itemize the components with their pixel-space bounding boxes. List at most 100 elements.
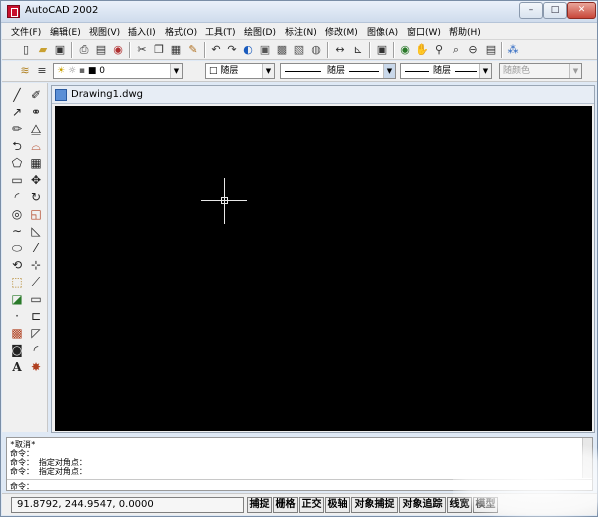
ellipse-arc-icon[interactable]: ⟲	[9, 257, 25, 273]
line-icon[interactable]: ╱	[9, 87, 25, 103]
region-icon[interactable]: ◙	[9, 342, 25, 358]
rotate-icon[interactable]: ↻	[28, 189, 44, 205]
zoom-previous-icon[interactable]: ⊖	[466, 43, 480, 57]
ortho-toggle[interactable]: 正交	[299, 497, 324, 513]
extend-icon[interactable]: ⟋	[28, 274, 44, 290]
color-dropdown[interactable]: □ 随层 ▼	[205, 63, 275, 79]
menu-tools[interactable]: 工具(T)	[205, 25, 236, 38]
save-icon[interactable]: ▣	[53, 43, 67, 57]
linetype-dropdown[interactable]: 随层 ▼	[280, 63, 396, 79]
circle-icon[interactable]: ◜	[9, 189, 25, 205]
drawing-canvas[interactable]	[55, 106, 592, 431]
break-at-point-icon[interactable]: ⊏	[28, 308, 44, 324]
close-button[interactable]: ✕	[567, 2, 596, 19]
stretch-icon[interactable]: ◺	[28, 223, 44, 239]
ucs-icon[interactable]: ⊾	[351, 43, 365, 57]
chevron-down-icon: ▼	[569, 64, 581, 78]
point-icon[interactable]: ·	[9, 308, 25, 324]
aerial-view-icon[interactable]: ▤	[484, 43, 498, 57]
new-icon[interactable]: ▯	[19, 43, 33, 57]
arc-icon[interactable]: ▭	[9, 172, 25, 188]
dbconnect-icon[interactable]: ◍	[309, 43, 323, 57]
chevron-down-icon[interactable]: ▼	[383, 64, 395, 78]
lineweight-dropdown[interactable]: 随层 ▼	[400, 63, 492, 79]
open-icon[interactable]: ▰	[36, 43, 50, 57]
make-block-icon[interactable]: ◪	[9, 291, 25, 307]
3dorbit-icon[interactable]: ◉	[398, 43, 412, 57]
ellipse-icon[interactable]: ∼	[9, 223, 25, 239]
spline-icon[interactable]: ◎	[9, 206, 25, 222]
menu-draw[interactable]: 绘图(D)	[244, 25, 276, 38]
cut-icon[interactable]: ✂	[135, 43, 149, 57]
menu-modify[interactable]: 修改(M)	[325, 25, 358, 38]
construction-line-icon[interactable]: ↗	[9, 104, 25, 120]
copy-object-icon[interactable]: ⚭	[28, 104, 44, 120]
menu-window[interactable]: 窗口(W)	[407, 25, 441, 38]
help-icon[interactable]: ⁂	[506, 43, 520, 57]
match-properties-icon[interactable]: ✎	[186, 43, 200, 57]
minimize-button[interactable]: –	[519, 2, 543, 19]
grid-toggle[interactable]: 栅格	[273, 497, 298, 513]
fillet-icon[interactable]: ◜	[28, 342, 44, 358]
design-center-icon[interactable]: ▣	[258, 43, 272, 57]
menu-format[interactable]: 格式(O)	[165, 25, 197, 38]
copy-icon[interactable]: ❐	[152, 43, 166, 57]
polygon-icon[interactable]: ⮌	[9, 138, 25, 154]
make-object-layer-current-icon[interactable]: ≡	[35, 64, 49, 78]
zoom-realtime-icon[interactable]: ⚲	[432, 43, 446, 57]
color-swatch-icon: ■	[87, 66, 97, 76]
menu-view[interactable]: 视图(V)	[89, 25, 120, 38]
today-icon[interactable]: ◐	[241, 43, 255, 57]
menu-file[interactable]: 文件(F)	[11, 25, 41, 38]
layer-dropdown[interactable]: ☀ ☼ ▪ ■ 0 ▼	[53, 63, 183, 79]
menu-insert[interactable]: 插入(I)	[128, 25, 156, 38]
tool-palette-icon[interactable]: ▧	[292, 43, 306, 57]
window-title: AutoCAD 2002	[25, 5, 99, 16]
menu-help[interactable]: 帮助(H)	[449, 25, 481, 38]
autocad-logo-icon[interactable]	[7, 5, 20, 18]
chevron-down-icon[interactable]: ▼	[262, 64, 274, 78]
plot-icon[interactable]: ◉	[111, 43, 125, 57]
trim-icon[interactable]: ⊹	[28, 257, 44, 273]
lengthen-icon[interactable]: ⁄	[28, 240, 44, 256]
array-icon[interactable]: ▦	[28, 155, 44, 171]
chevron-down-icon[interactable]: ▼	[479, 64, 491, 78]
layers-icon[interactable]: ≋	[18, 64, 32, 78]
drawing-document-icon	[55, 89, 67, 101]
drawing-tab[interactable]: Drawing1.dwg	[52, 86, 594, 104]
menu-edit[interactable]: 编辑(E)	[50, 25, 81, 38]
zoom-window-icon[interactable]: ⌕	[449, 43, 463, 57]
rectangle-icon[interactable]: ⬠	[9, 155, 25, 171]
paste-icon[interactable]: ▦	[169, 43, 183, 57]
explode-icon[interactable]: ✸	[28, 359, 44, 375]
print-preview-icon[interactable]: ▤	[94, 43, 108, 57]
scale-icon[interactable]: ◱	[28, 206, 44, 222]
named-view-icon[interactable]: ▣	[375, 43, 389, 57]
coordinate-readout[interactable]: 91.8792, 244.9547, 0.0000	[11, 497, 244, 513]
menu-dimension[interactable]: 标注(N)	[285, 25, 317, 38]
snap-toggle[interactable]: 捕捉	[247, 497, 272, 513]
multiline-text-icon[interactable]: A	[9, 359, 25, 375]
distance-icon[interactable]: ↔	[333, 43, 347, 57]
insert-block-icon[interactable]: ⬚	[9, 274, 25, 290]
polar-toggle[interactable]: 极轴	[325, 497, 350, 513]
print-icon[interactable]: ⎙	[77, 43, 91, 57]
mirror-icon[interactable]: ⧋	[28, 121, 44, 137]
chevron-down-icon[interactable]: ▼	[170, 64, 182, 78]
osnap-toggle[interactable]: 对象捕捉	[351, 497, 398, 513]
erase-icon[interactable]: ✐	[28, 87, 44, 103]
properties-icon[interactable]: ▩	[275, 43, 289, 57]
menu-image[interactable]: 图像(A)	[367, 25, 398, 38]
chamfer-icon[interactable]: ◸	[28, 325, 44, 341]
break-icon[interactable]: ▭	[28, 291, 44, 307]
maximize-button[interactable]: □	[543, 2, 567, 19]
polyline-icon[interactable]: ✏	[9, 121, 25, 137]
undo-icon[interactable]: ↶	[209, 43, 223, 57]
ellipse-full-icon[interactable]: ⬭	[9, 240, 25, 256]
otrack-toggle[interactable]: 对象追踪	[399, 497, 446, 513]
move-icon[interactable]: ✥	[28, 172, 44, 188]
offset-icon[interactable]: ⌓	[28, 138, 44, 154]
pan-icon[interactable]: ✋	[415, 43, 429, 57]
redo-icon[interactable]: ↷	[225, 43, 239, 57]
hatch-icon[interactable]: ▩	[9, 325, 25, 341]
